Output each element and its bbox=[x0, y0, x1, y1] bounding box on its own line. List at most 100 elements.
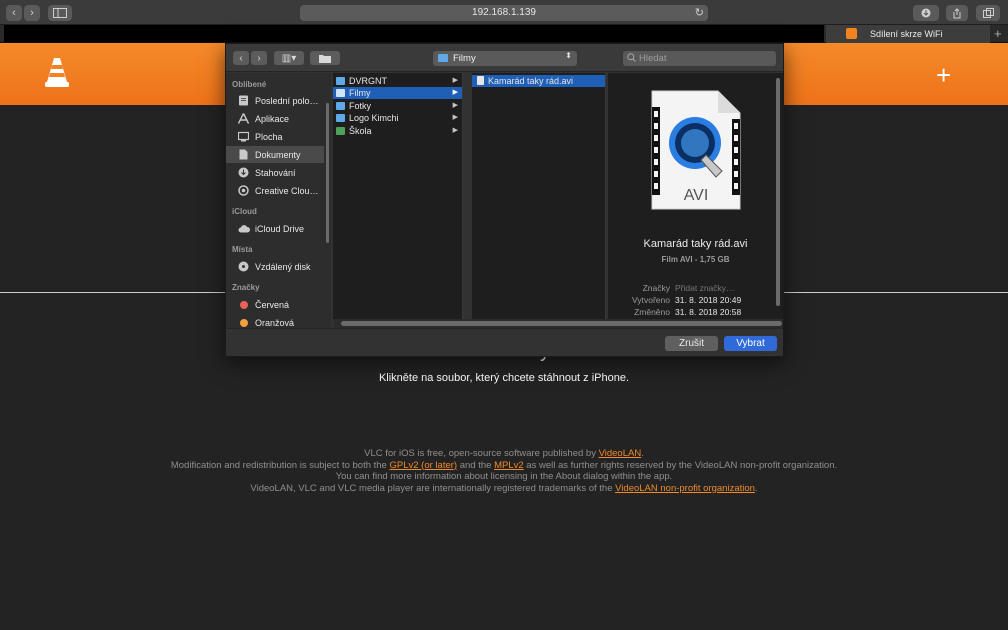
reload-icon[interactable]: ↻ bbox=[695, 5, 704, 21]
folder-icon bbox=[438, 54, 448, 62]
remote-disc-icon bbox=[238, 261, 249, 272]
item-label: Logo Kimchi bbox=[349, 113, 399, 123]
tabs-overview-button[interactable] bbox=[976, 5, 1000, 21]
disclosure-arrow-icon: ▶ bbox=[452, 77, 458, 84]
list-item[interactable]: Logo Kimchi ▶ bbox=[333, 112, 462, 124]
footer-line: VLC for iOS is free, open-source softwar… bbox=[0, 448, 1008, 460]
places-heading: Místa bbox=[232, 245, 253, 254]
share-icon bbox=[953, 7, 961, 18]
sidebar-item-label: Stahování bbox=[255, 167, 296, 178]
dialog-toolbar: ‹ › ▥▾ Filmy ⬍ Hledat bbox=[226, 44, 783, 72]
mplv2-link[interactable]: MPLv2 bbox=[494, 460, 524, 471]
list-item[interactable]: DVRGNT ▶ bbox=[333, 75, 462, 87]
tags-label: Značky bbox=[642, 283, 670, 293]
footer-text: . bbox=[641, 448, 644, 459]
footer-text: and the bbox=[457, 459, 495, 471]
address-bar[interactable]: 192.168.1.139 ↻ bbox=[300, 5, 708, 21]
tab-bar: Sdílení skrze WiFi + bbox=[0, 25, 1008, 43]
modified-value: 31. 8. 2018 20:58 bbox=[675, 307, 742, 317]
videolan-org-link[interactable]: VideoLAN non-profit organization bbox=[615, 483, 755, 494]
sidebar-item-tag-orange[interactable]: Oranžová bbox=[226, 314, 324, 328]
share-button[interactable] bbox=[946, 5, 968, 21]
footer-line: You can find more information about lice… bbox=[335, 471, 673, 482]
browser-back-button[interactable]: ‹ bbox=[6, 5, 22, 21]
sidebar-item-creative-cloud[interactable]: Creative Clou… bbox=[226, 182, 324, 199]
sidebar-item-documents[interactable]: Dokumenty bbox=[226, 146, 324, 163]
footer-text: Modification and redistribution is subje… bbox=[170, 459, 390, 471]
sidebar-icon bbox=[53, 8, 67, 18]
vlc-cone-icon bbox=[45, 58, 69, 87]
preview-pane: AVI Kamarád taky rád.avi Film AVI - 1,75… bbox=[608, 73, 783, 319]
browser-toolbar: ‹ › 192.168.1.139 ↻ bbox=[0, 0, 1008, 25]
icon-file-type: AVI bbox=[684, 187, 709, 204]
search-placeholder: Hledat bbox=[639, 53, 667, 64]
dialog-back-button[interactable]: ‹ bbox=[233, 51, 249, 65]
sidebar-item-desktop[interactable]: Plocha bbox=[226, 128, 324, 145]
gplv2-link[interactable]: GPLv2 (or later) bbox=[390, 460, 458, 471]
footer-line: Modification and redistribution is subje… bbox=[0, 460, 1008, 472]
sidebar-item-icloud-drive[interactable]: iCloud Drive bbox=[226, 220, 324, 237]
sidebar-item-label: Vzdálený disk bbox=[255, 261, 311, 272]
view-mode-button[interactable]: ▥▾ bbox=[274, 51, 304, 65]
disclosure-arrow-icon: ▶ bbox=[452, 114, 458, 121]
avi-quicktime-file-icon: AVI bbox=[651, 90, 741, 210]
sidebar-item-label: Červená bbox=[255, 299, 290, 310]
tabs-icon bbox=[982, 8, 994, 18]
sidebar-item-label: Dokumenty bbox=[255, 149, 301, 160]
disclosure-arrow-icon: ▶ bbox=[452, 102, 458, 109]
sidebar-toggle-button[interactable] bbox=[48, 5, 72, 21]
sidebar-item-tag-red[interactable]: Červená bbox=[226, 296, 324, 313]
list-item[interactable]: Filmy ▶ bbox=[333, 87, 462, 99]
sidebar-scrollbar[interactable] bbox=[326, 103, 329, 243]
horizontal-scrollbar[interactable] bbox=[341, 321, 782, 326]
choose-button[interactable]: Vybrat bbox=[724, 336, 777, 351]
footer-text: VLC for iOS is free, open-source softwar… bbox=[364, 448, 599, 459]
sidebar-item-label: iCloud Drive bbox=[255, 223, 305, 234]
sidebar-item-recents[interactable]: Poslední polo… bbox=[226, 92, 324, 109]
tags-heading: Značky bbox=[232, 283, 260, 292]
new-folder-button[interactable] bbox=[310, 51, 340, 65]
item-label: DVRGNT bbox=[349, 76, 387, 86]
dialog-forward-button[interactable]: › bbox=[251, 51, 267, 65]
page-footer: VLC for iOS is free, open-source softwar… bbox=[0, 448, 1008, 494]
footer-line: VideoLAN, VLC and VLC media player are i… bbox=[0, 483, 1008, 495]
column-view-icon: ▥▾ bbox=[281, 52, 297, 64]
videolan-link[interactable]: VideoLAN bbox=[599, 448, 642, 459]
sidebar-item-remote-disc[interactable]: Vzdálený disk bbox=[226, 258, 324, 275]
back-chevron-icon: ‹ bbox=[239, 52, 243, 64]
sidebar-item-label: Oranžová bbox=[255, 317, 295, 328]
sidebar-item-label: Aplikace bbox=[255, 113, 290, 124]
path-popup[interactable]: Filmy ⬍ bbox=[433, 51, 577, 66]
downloads-button[interactable] bbox=[913, 5, 939, 21]
tab-inactive[interactable] bbox=[4, 25, 824, 42]
preview-scrollbar[interactable] bbox=[776, 78, 780, 306]
new-tab-button[interactable]: + bbox=[994, 26, 1002, 41]
sidebar-item-downloads[interactable]: Stahování bbox=[226, 164, 324, 181]
folder-icon bbox=[336, 77, 345, 85]
search-field[interactable]: Hledat bbox=[623, 51, 776, 66]
tab-title: Sdílení skrze WiFi bbox=[870, 29, 943, 39]
list-item[interactable]: Kamarád taky rád.avi bbox=[472, 75, 605, 87]
browser-column-1: DVRGNT ▶ Filmy ▶ Fotky ▶ Logo Kimchi ▶ Š… bbox=[333, 73, 463, 319]
list-item[interactable]: Fotky ▶ bbox=[333, 100, 462, 112]
upload-add-button[interactable]: + bbox=[936, 62, 951, 88]
file-open-dialog: ‹ › ▥▾ Filmy ⬍ Hledat Oblíbené Poslední … bbox=[225, 43, 784, 357]
folder-icon bbox=[336, 102, 345, 110]
preview-file-name: Kamarád taky rád.avi bbox=[643, 238, 748, 250]
new-folder-icon bbox=[319, 54, 331, 63]
back-chevron-icon: ‹ bbox=[12, 7, 16, 19]
recents-icon bbox=[239, 95, 248, 106]
list-item[interactable]: Škola ▶ bbox=[333, 125, 462, 137]
tab-wifi-sharing[interactable]: Sdílení skrze WiFi bbox=[826, 25, 990, 43]
cancel-button[interactable]: Zrušit bbox=[665, 336, 718, 351]
browser-forward-button[interactable]: › bbox=[24, 5, 40, 21]
forward-chevron-icon: › bbox=[30, 7, 34, 19]
tags-input[interactable]: Přidat značky… bbox=[675, 283, 735, 293]
footer-text: . bbox=[754, 482, 758, 494]
sidebar-item-label: Plocha bbox=[255, 131, 283, 142]
browser-column-2: Kamarád taky rád.avi bbox=[472, 73, 606, 319]
item-label: Fotky bbox=[349, 101, 372, 111]
sidebar-item-applications[interactable]: Aplikace bbox=[226, 110, 324, 127]
creative-cloud-icon bbox=[238, 185, 249, 196]
current-folder-label: Filmy bbox=[453, 53, 476, 64]
